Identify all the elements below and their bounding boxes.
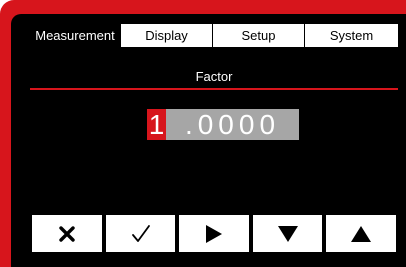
arrow-up-icon [351,225,371,242]
next-digit-button[interactable] [179,215,249,252]
tab-setup[interactable]: Setup [212,24,304,47]
section-divider [30,88,398,90]
arrow-right-icon [206,224,222,243]
arrow-down-icon [277,225,298,242]
close-icon [59,225,75,242]
check-icon [131,224,150,242]
tab-measurement[interactable]: Measurement [30,24,120,47]
increment-button[interactable] [326,215,396,252]
cancel-button[interactable] [32,215,102,252]
active-digit[interactable]: 1 [147,109,166,140]
section-title: Factor [195,69,233,84]
softkey-bar [30,215,398,252]
factor-value-field[interactable]: 1 .0000 [147,109,299,140]
tab-display[interactable]: Display [120,24,212,47]
remaining-digits: .0000 [166,109,299,140]
decrement-button[interactable] [253,215,322,252]
tab-system[interactable]: System [304,24,398,47]
confirm-button[interactable] [106,215,175,252]
